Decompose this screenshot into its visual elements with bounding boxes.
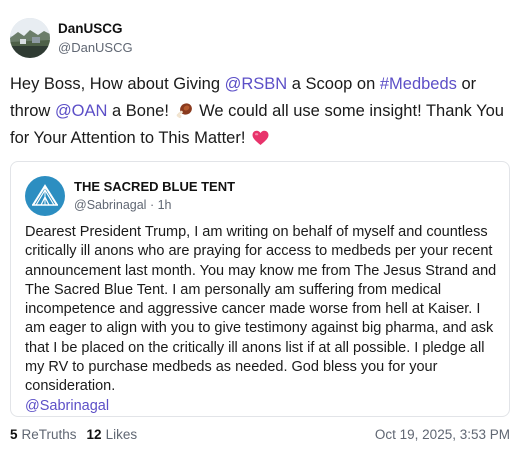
blue-tent-logo-icon: [32, 184, 58, 206]
post-text-segment: a Scoop on: [287, 75, 380, 93]
retruths-stat[interactable]: 5 ReTruths: [10, 427, 77, 442]
post-footer: 5 ReTruths 12 Likes Oct 19, 2025, 3:53 PM: [10, 427, 510, 442]
post-timestamp[interactable]: Oct 19, 2025, 3:53 PM: [375, 427, 510, 442]
quoted-author-display-name[interactable]: THE SACRED BLUE TENT: [74, 178, 235, 195]
post-text: Hey Boss, How about Giving @RSBN a Scoop…: [10, 71, 510, 152]
quoted-mention-link[interactable]: @Sabrinagal: [25, 398, 109, 414]
author-avatar[interactable]: [10, 18, 50, 58]
mention-oan-link[interactable]: @OAN: [55, 102, 108, 120]
mention-rsbn-link[interactable]: @RSBN: [225, 75, 288, 93]
landscape-avatar-icon: [10, 18, 50, 58]
quoted-author-info: THE SACRED BLUE TENT @Sabrinagal · 1h: [74, 178, 235, 214]
turkey-leg-emoji-icon: [176, 103, 192, 118]
heart-emoji-icon: [252, 130, 269, 145]
truth-post: DanUSCG @DanUSCG Hey Boss, How about Giv…: [0, 0, 522, 453]
likes-stat[interactable]: 12 Likes: [87, 427, 138, 442]
quoted-post-text: Dearest President Trump, I am writing on…: [25, 223, 501, 416]
retruths-label: ReTruths: [21, 427, 77, 442]
meta-separator: ·: [149, 198, 155, 212]
hashtag-medbeds-link[interactable]: #Medbeds: [380, 75, 457, 93]
likes-label: Likes: [105, 427, 138, 442]
post-text-segment: a Bone!: [107, 102, 174, 120]
author-display-name[interactable]: DanUSCG: [58, 20, 133, 37]
quoted-post-card[interactable]: THE SACRED BLUE TENT @Sabrinagal · 1h De…: [10, 161, 510, 417]
quoted-author-meta: @Sabrinagal · 1h: [74, 197, 235, 214]
likes-count: 12: [86, 427, 102, 442]
quoted-author-handle[interactable]: @Sabrinagal: [74, 198, 146, 212]
quoted-post-body: Dearest President Trump, I am writing on…: [25, 224, 497, 395]
post-header: DanUSCG @DanUSCG: [10, 17, 133, 59]
retruths-count: 5: [10, 427, 18, 442]
post-text-segment: Hey Boss, How about Giving: [10, 75, 225, 93]
author-handle[interactable]: @DanUSCG: [58, 39, 133, 56]
quoted-post-header: THE SACRED BLUE TENT @Sabrinagal · 1h: [25, 176, 235, 216]
author-info: DanUSCG @DanUSCG: [58, 20, 133, 56]
quoted-post-time: 1h: [157, 198, 172, 212]
quoted-author-avatar[interactable]: [25, 176, 65, 216]
